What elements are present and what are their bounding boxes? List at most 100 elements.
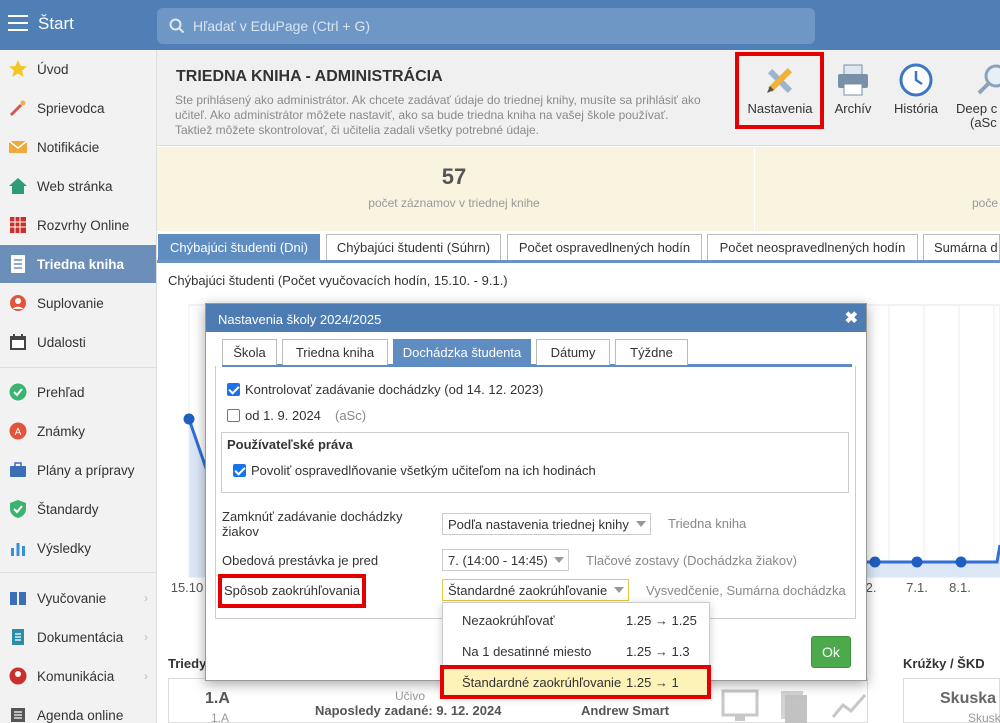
svg-text:A: A bbox=[15, 427, 22, 438]
sidebar-item-label: Známky bbox=[37, 423, 86, 439]
check-attendance-checkbox[interactable] bbox=[227, 383, 240, 396]
from-date-checkbox[interactable] bbox=[227, 409, 240, 422]
briefcase-icon bbox=[8, 460, 28, 480]
option-example: 1.25 → 1.25 bbox=[626, 613, 697, 628]
data-point bbox=[869, 556, 881, 568]
notebook-icon bbox=[8, 254, 28, 274]
page-title: TRIEDNA KNIHA - ADMINISTRÁCIA bbox=[176, 68, 443, 85]
sidebar-item-prehlad[interactable]: Prehľad bbox=[0, 373, 156, 411]
sidebar-item-suplovanie[interactable]: Suplovanie bbox=[0, 284, 156, 322]
user-rights-title: Používateľské práva bbox=[227, 437, 353, 452]
sidebar-item-web-stranka[interactable]: Web stránka bbox=[0, 167, 156, 205]
tab-excused-hours[interactable]: Počet ospravedlnených hodín bbox=[507, 234, 702, 260]
menu-icon[interactable] bbox=[8, 15, 28, 33]
chat-icon bbox=[8, 666, 28, 686]
from-date-note: (aSc) bbox=[335, 408, 367, 423]
chart-line-icon bbox=[831, 694, 867, 718]
sidebar-item-znamky[interactable]: A Známky bbox=[0, 412, 156, 450]
option-label: Na 1 desatinné miesto bbox=[462, 644, 592, 659]
classes-heading: Triedy bbox=[168, 656, 207, 671]
tab-skola[interactable]: Škola bbox=[222, 339, 277, 365]
sidebar: Úvod Sprievodca Notifikácie Web stránka … bbox=[0, 50, 157, 723]
app-title[interactable]: Štart bbox=[38, 14, 74, 34]
sidebar-item-uvod[interactable]: Úvod bbox=[0, 50, 156, 88]
star-icon bbox=[8, 59, 28, 79]
sidebar-item-rozvrhy[interactable]: Rozvrhy Online bbox=[0, 206, 156, 244]
lock-label: Zamknúť zadávanie dochádzky žiakov bbox=[222, 509, 403, 539]
agenda-icon bbox=[8, 705, 28, 723]
history-button[interactable]: História bbox=[887, 50, 945, 145]
rounding-option-one-decimal[interactable]: Na 1 desatinné miesto 1.25 → 1.3 bbox=[443, 635, 709, 665]
chevron-down-icon bbox=[554, 557, 564, 563]
lock-select[interactable]: Podľa nastavenia triednej knihy bbox=[442, 513, 651, 535]
sidebar-item-standardy[interactable]: Štandardy bbox=[0, 490, 156, 528]
sidebar-item-vysledky[interactable]: Výsledky bbox=[0, 529, 156, 567]
tab-datumy[interactable]: Dátumy bbox=[536, 339, 610, 365]
clubs-heading: Krúžky / ŠKD bbox=[903, 656, 985, 671]
rounding-option-none[interactable]: Nezaokrúhľovať 1.25 → 1.25 bbox=[443, 604, 709, 634]
chevron-right-icon: › bbox=[144, 669, 148, 683]
club-card[interactable]: Skuska Skusk bbox=[903, 678, 1000, 723]
tab-tyzdne[interactable]: Týždne bbox=[615, 339, 688, 365]
shield-icon bbox=[8, 499, 28, 519]
sidebar-item-plany[interactable]: Plány a prípravy bbox=[0, 451, 156, 489]
calendar-icon bbox=[8, 332, 28, 352]
option-example: 1.25 → 1.3 bbox=[626, 644, 690, 659]
close-icon[interactable]: ✖ bbox=[845, 308, 858, 328]
tab-missing-summary[interactable]: Chýbajúci študenti (Súhrn) bbox=[326, 234, 501, 260]
search-input[interactable] bbox=[193, 16, 793, 36]
bar-chart-icon bbox=[8, 538, 28, 558]
lock-note: Triedna kniha bbox=[668, 516, 747, 531]
dialog-title: Nastavenia školy 2024/2025 bbox=[218, 312, 382, 327]
sidebar-item-komunikacia[interactable]: Komunikácia › bbox=[0, 657, 156, 695]
wand-icon bbox=[8, 98, 28, 118]
sidebar-item-notifikacie[interactable]: Notifikácie bbox=[0, 128, 156, 166]
rounding-note: Vysvedčenie, Sumárna dochádzka bbox=[646, 583, 846, 598]
tab-dochadzka-studenta[interactable]: Dochádzka študenta bbox=[393, 339, 531, 365]
stats-band: 57 počet záznamov v triednej knihe poče bbox=[157, 147, 1000, 231]
sidebar-item-label: Suplovanie bbox=[37, 295, 104, 311]
deep-check-button[interactable]: Deep c (aSc bbox=[952, 50, 1000, 145]
sidebar-separator bbox=[0, 367, 156, 368]
sidebar-item-agenda[interactable]: Agenda online bbox=[0, 696, 156, 723]
ok-button[interactable]: Ok bbox=[811, 636, 851, 668]
allow-excuse-checkbox[interactable] bbox=[233, 464, 246, 477]
tab-triedna-kniha[interactable]: Triedna kniha bbox=[282, 339, 388, 365]
lunch-select[interactable]: 7. (14:00 - 14:45) bbox=[442, 549, 569, 571]
sidebar-separator bbox=[0, 572, 156, 573]
substitution-icon bbox=[8, 293, 28, 313]
sidebar-item-label: Komunikácia bbox=[37, 668, 115, 684]
sidebar-item-label: Udalosti bbox=[37, 334, 86, 350]
page-description: Ste prihlásený ako administrátor. Ak chc… bbox=[175, 93, 701, 137]
sidebar-item-label: Sprievodca bbox=[37, 100, 105, 116]
sidebar-item-dokumentacia[interactable]: Dokumentácia › bbox=[0, 618, 156, 656]
tab-unexcused-hours[interactable]: Počet neospravedlnených hodín bbox=[707, 234, 918, 260]
club-sub: Skusk bbox=[968, 711, 1000, 723]
sidebar-item-label: Výsledky bbox=[37, 540, 92, 556]
rounding-select[interactable]: Štandardné zaokrúhľovanie bbox=[442, 579, 629, 601]
sidebar-item-label: Plány a prípravy bbox=[37, 462, 135, 478]
sidebar-item-sprievodca[interactable]: Sprievodca bbox=[0, 89, 156, 127]
sidebar-item-udalosti[interactable]: Udalosti bbox=[0, 323, 156, 361]
records-count-label: počet záznamov v triednej knihe bbox=[368, 196, 540, 210]
books-icon bbox=[781, 691, 807, 723]
sidebar-item-vyucovanie[interactable]: Vyučovanie › bbox=[0, 579, 156, 617]
archive-label: Archív bbox=[834, 101, 872, 116]
check-circle-icon bbox=[8, 382, 28, 402]
sidebar-item-label: Dokumentácia bbox=[37, 629, 124, 645]
clock-icon bbox=[896, 60, 936, 100]
archive-button[interactable]: Archív bbox=[826, 50, 880, 145]
sidebar-item-label: Web stránka bbox=[37, 178, 113, 194]
search-box[interactable] bbox=[157, 8, 815, 44]
chevron-right-icon: › bbox=[144, 591, 148, 605]
tab-summary[interactable]: Sumárna d bbox=[923, 234, 1000, 260]
printer-icon bbox=[833, 60, 873, 100]
top-bar: Štart bbox=[0, 0, 1000, 50]
history-label: História bbox=[893, 101, 939, 116]
tab-missing-days[interactable]: Chýbajúci študenti (Dni) bbox=[158, 234, 320, 260]
chevron-down-icon bbox=[614, 587, 624, 593]
data-point bbox=[911, 556, 923, 568]
lunch-select-value: 7. (14:00 - 14:45) bbox=[448, 553, 548, 568]
sidebar-item-triedna-kniha[interactable]: Triedna kniha bbox=[0, 245, 156, 283]
dialog-tabs: Škola Triedna kniha Dochádzka študenta D… bbox=[222, 339, 852, 367]
